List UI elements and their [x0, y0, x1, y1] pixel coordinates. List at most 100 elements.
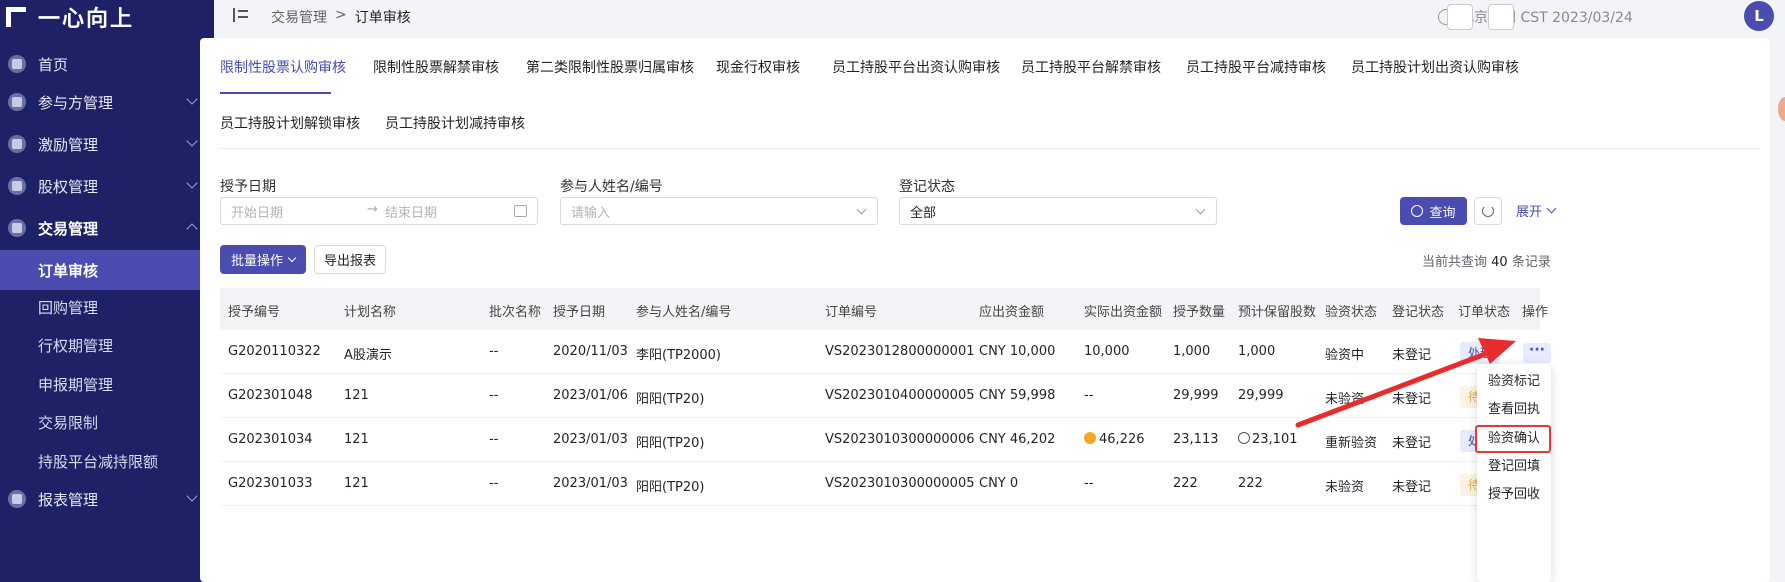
sidebar-item-participants[interactable]: 参与方管理 — [0, 82, 214, 122]
cell-grant-no: G202301048 — [228, 388, 313, 403]
cell-participant: 阳阳(TP20) — [636, 392, 705, 407]
reports-icon — [8, 490, 26, 508]
chevron-up-icon — [186, 223, 198, 235]
menu-item-verify-confirm[interactable]: 验资确认 — [1475, 425, 1551, 453]
cell-order-no: VS2023010300000005 — [825, 476, 975, 491]
info-icon[interactable] — [1238, 432, 1250, 444]
sidebar-subitem-label: 行权期管理 — [38, 336, 114, 355]
col-participant: 参与人姓名/编号 — [636, 305, 732, 320]
cell-plan-name: A股演示 — [344, 348, 392, 363]
cell-verify-status: 未验资 — [1325, 480, 1365, 495]
menu-item-verify-mark[interactable]: 验资标记 — [1477, 368, 1551, 396]
tab-cash-exercise[interactable]: 现金行权审核 — [716, 57, 800, 77]
table-header: 授予编号 计划名称 批次名称 授予日期 参与人姓名/编号 订单编号 应出资金额 … — [220, 288, 1548, 330]
top-header: 交易管理 > 订单审核 北京时间 CST 2023/03/24 L — [214, 0, 1785, 34]
cell-actual-amount: 46,226 — [1084, 432, 1145, 447]
cell-register-status: 未登记 — [1392, 392, 1432, 407]
cell-actual-amount: 10,000 — [1084, 344, 1130, 359]
sidebar-subitem-trade-limit[interactable]: 交易限制 — [0, 402, 207, 442]
col-actual-amount: 实际出资金额 — [1084, 305, 1163, 320]
export-report-button[interactable]: 导出报表 — [314, 245, 386, 274]
start-date-placeholder: 开始日期 — [231, 205, 284, 221]
table-row[interactable]: G2020110322 A股演示 -- 2020/11/03 李阳(TP2000… — [220, 330, 1540, 374]
brand-logo[interactable]: 一心向上 — [0, 0, 134, 34]
cell-order-no: VS2023010400000005 — [825, 388, 975, 403]
breadcrumb: 交易管理 > 订单审核 — [271, 7, 411, 27]
tab-platform-subscription[interactable]: 员工持股平台出资认购审核 — [832, 57, 1000, 77]
sidebar-item-incentive[interactable]: 激励管理 — [0, 124, 214, 164]
collapse-menu-icon[interactable] — [233, 8, 248, 22]
brand-name: 一心向上 — [38, 7, 135, 32]
date-range-picker[interactable]: 开始日期 → 结束日期 — [220, 197, 538, 225]
cell-retained-shares-value: 23,101 — [1252, 432, 1298, 447]
record-count-number: 40 — [1491, 255, 1508, 270]
sidebar-subitem-buyback[interactable]: 回购管理 — [0, 287, 207, 327]
table-row[interactable]: G202301033 121 -- 2023/01/03 阳阳(TP20) VS… — [220, 462, 1540, 506]
cell-retained-shares: 23,101 — [1238, 432, 1298, 447]
sidebar-item-trade[interactable]: 交易管理 — [0, 208, 214, 248]
cell-order-no: VS2023012800000001 — [825, 344, 975, 359]
tab-restricted-stock-subscription[interactable]: 限制性股票认购审核 — [220, 57, 346, 77]
cell-plan-name: 121 — [344, 476, 369, 491]
cell-actual-amount: -- — [1084, 476, 1094, 491]
menu-item-grant-recall[interactable]: 授予回收 — [1477, 481, 1551, 509]
sidebar-subitem-label: 订单审核 — [38, 261, 99, 280]
floating-assistant-icon[interactable] — [1778, 97, 1785, 121]
table-row[interactable]: G202301048 121 -- 2023/01/06 阳阳(TP20) VS… — [220, 374, 1540, 418]
logo-mark-icon — [6, 7, 26, 27]
sidebar-item-home[interactable]: 首页 — [0, 44, 214, 84]
col-operation: 操作 — [1522, 305, 1549, 320]
query-button[interactable]: 查询 — [1400, 197, 1467, 225]
chevron-down-icon — [186, 93, 198, 105]
table-row[interactable]: G202301034 121 -- 2023/01/03 阳阳(TP20) VS… — [220, 418, 1540, 462]
sidebar-subitem-declare-period[interactable]: 申报期管理 — [0, 364, 207, 404]
cell-verify-status: 验资中 — [1325, 348, 1365, 363]
chevron-down-icon — [186, 177, 198, 189]
sidebar-subitem-platform-limit[interactable]: 持股平台减持限额 — [0, 441, 207, 481]
sidebar-subitem-order-review[interactable]: 订单审核 — [0, 250, 207, 290]
tab-class2-vesting[interactable]: 第二类限制性股票归属审核 — [526, 57, 694, 77]
sidebar-item-equity[interactable]: 股权管理 — [0, 166, 214, 206]
participant-select[interactable]: 请输入 — [560, 197, 878, 225]
col-order-no: 订单编号 — [825, 305, 878, 320]
col-expected-amount: 应出资金额 — [979, 305, 1045, 320]
batch-label: 批量操作 — [230, 254, 283, 269]
chevron-down-icon — [856, 204, 867, 215]
warning-icon[interactable] — [1084, 432, 1096, 444]
col-grant-no: 授予编号 — [228, 305, 281, 320]
tab-plan-reduction[interactable]: 员工持股计划减持审核 — [385, 113, 525, 133]
cell-register-status: 未登记 — [1392, 480, 1432, 495]
cell-verify-status: 重新验资 — [1325, 436, 1378, 451]
col-register-status: 登记状态 — [1392, 305, 1445, 320]
menu-item-register-backfill[interactable]: 登记回填 — [1477, 453, 1551, 481]
tab-restricted-stock-unlock[interactable]: 限制性股票解禁审核 — [373, 57, 499, 77]
tab-plan-subscription[interactable]: 员工持股计划出资认购审核 — [1351, 57, 1519, 77]
menu-item-view-receipt[interactable]: 查看回执 — [1477, 396, 1551, 424]
avatar[interactable]: L — [1744, 1, 1774, 31]
breadcrumb-parent[interactable]: 交易管理 — [271, 7, 327, 27]
sidebar-item-label: 参与方管理 — [38, 93, 114, 112]
chevron-down-icon — [1546, 203, 1557, 214]
cell-participant: 阳阳(TP20) — [636, 480, 705, 495]
tab-platform-unlock[interactable]: 员工持股平台解禁审核 — [1021, 57, 1161, 77]
breadcrumb-separator: > — [335, 7, 347, 23]
register-status-select[interactable]: 全部 — [899, 197, 1217, 225]
sidebar-subitem-exercise-period[interactable]: 行权期管理 — [0, 325, 207, 365]
participants-icon — [8, 93, 26, 111]
cell-verify-status: 未验资 — [1325, 392, 1365, 407]
cell-register-status: 未登记 — [1392, 436, 1432, 451]
cell-grant-date: 2020/11/03 — [553, 344, 628, 359]
expand-filters-link[interactable]: 展开 — [1516, 201, 1557, 220]
tab-platform-reduction[interactable]: 员工持股平台减持审核 — [1186, 57, 1326, 77]
row-more-actions-button[interactable]: ··· — [1523, 343, 1551, 363]
sidebar-item-reports[interactable]: 报表管理 — [0, 479, 214, 519]
cell-expected-amount: CNY 0 — [979, 476, 1019, 491]
shirt-button[interactable] — [1488, 4, 1514, 30]
clipboard-button[interactable] — [1447, 4, 1473, 30]
tab-plan-unlock[interactable]: 员工持股计划解锁审核 — [220, 113, 360, 133]
batch-actions-button[interactable]: 批量操作 — [220, 245, 306, 274]
sidebar-subitem-label: 持股平台减持限额 — [38, 452, 159, 471]
cell-batch-name: -- — [489, 476, 499, 491]
row-actions-menu: 验资标记 查看回执 验资确认 登记回填 授予回收 — [1475, 364, 1551, 582]
reset-button[interactable] — [1474, 197, 1502, 225]
